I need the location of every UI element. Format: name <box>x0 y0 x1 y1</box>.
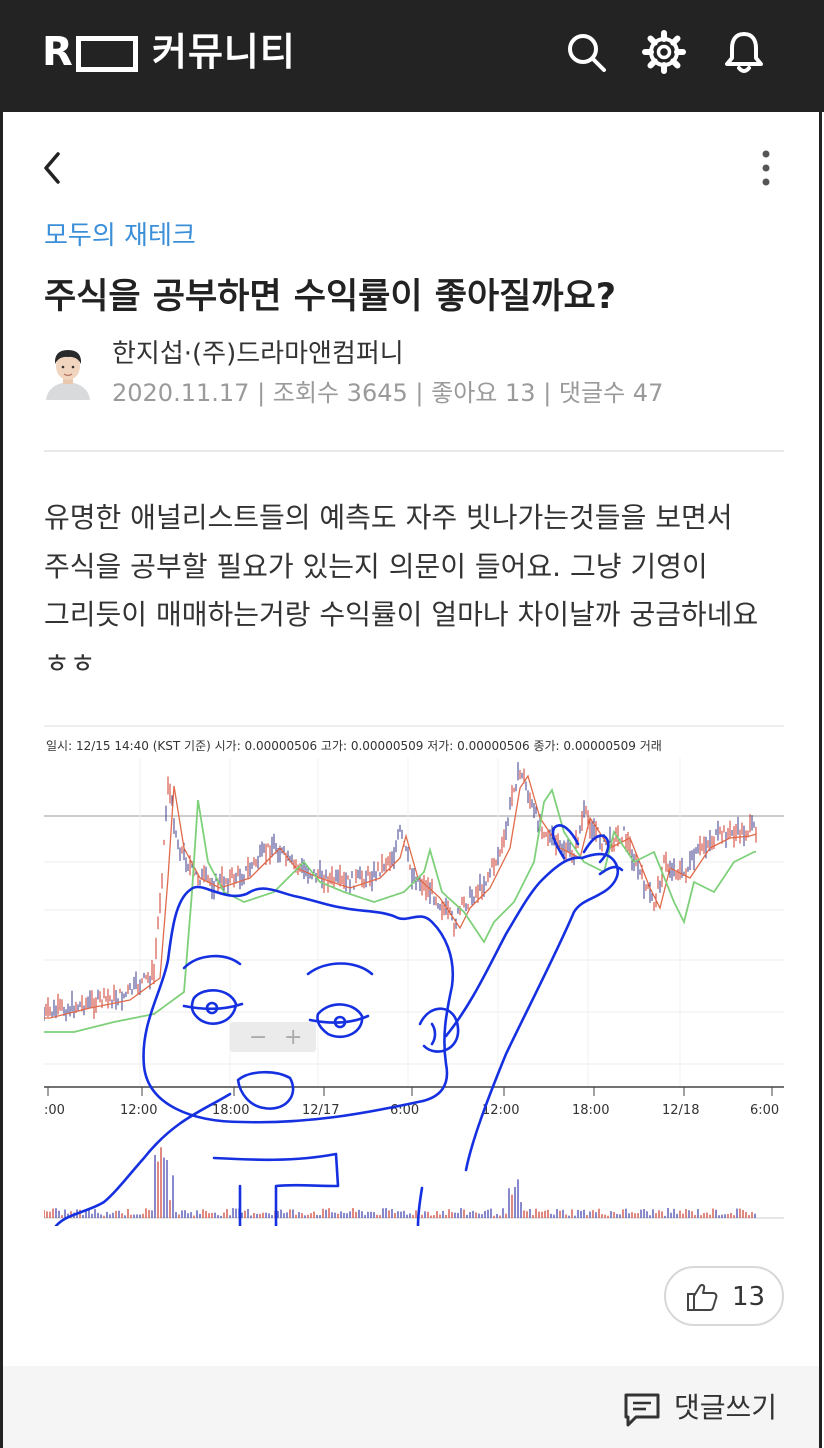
likes-count: 13 <box>505 379 536 407</box>
x-tick-label: 12/18 <box>662 1103 699 1118</box>
comments-count: 47 <box>632 379 664 407</box>
logo-box <box>76 36 138 72</box>
app-title: 커뮤니티 <box>152 30 296 74</box>
zoom-plus: + <box>284 1025 302 1050</box>
comments-label: 댓글수 <box>558 379 626 407</box>
write-comment-button[interactable]: 댓글쓰기 <box>622 1386 792 1432</box>
x-tick-label: :00 <box>44 1103 65 1118</box>
meta-separator: | <box>415 379 432 407</box>
back-button[interactable] <box>38 148 70 188</box>
meta-separator: | <box>543 379 559 407</box>
write-comment-label: 댓글쓰기 <box>674 1391 778 1424</box>
more-vertical-icon <box>762 150 770 186</box>
thumbs-up-icon <box>687 1284 718 1311</box>
x-tick-label: 18:00 <box>212 1103 249 1118</box>
search-icon[interactable] <box>562 28 610 76</box>
post-body: 유명한 애널리스트들의 예측도 자주 빗나가는것들을 보면서 주식을 공부할 필… <box>44 501 759 680</box>
author-avatar[interactable] <box>44 344 92 400</box>
views-count: 3645 <box>346 379 408 407</box>
zoom-minus: − <box>249 1025 267 1050</box>
x-tick-label: 12/17 <box>302 1103 339 1118</box>
stock-chart-drawing-image: 일시: 12/15 14:40 (KST 기준) 시가: 0.00000506 … <box>43 724 784 1228</box>
x-tick-label: 6:00 <box>750 1103 779 1118</box>
x-tick-label: 18:00 <box>572 1103 609 1118</box>
bell-icon[interactable] <box>720 28 768 76</box>
post-title: 주식을 공부하면 수익률이 좋아질까요? <box>44 277 617 317</box>
logo-letter: R <box>42 29 73 75</box>
views-label: 조회수 <box>272 379 340 407</box>
gear-icon[interactable] <box>640 28 688 76</box>
like-button[interactable]: 13 <box>664 1266 784 1326</box>
more-options-button[interactable] <box>752 146 780 190</box>
x-tick-label: 12:00 <box>482 1103 519 1118</box>
chevron-left-icon <box>44 152 60 184</box>
likes-label: 좋아요 <box>431 379 498 407</box>
zoom-control <box>230 1022 316 1052</box>
top-app-bar: R 커뮤니티 <box>0 0 824 112</box>
x-tick-label: 12:00 <box>120 1103 157 1118</box>
post-date: 2020.11.17 <box>112 379 250 407</box>
post-meta: 2020.11.17 | 조회수 3645 | 좋아요 13 | 댓글수 47 <box>112 376 663 410</box>
meta-separator: | <box>257 379 273 407</box>
comment-icon <box>624 1393 660 1427</box>
post-category-link[interactable]: 모두의 재테크 <box>44 218 196 254</box>
divider <box>44 450 784 452</box>
like-count: 13 <box>732 1282 766 1312</box>
chart-info-line: 일시: 12/15 14:40 (KST 기준) 시가: 0.00000506 … <box>46 739 662 753</box>
author-name[interactable]: 한지섭·(주)드라마앤컴퍼니 <box>112 336 404 372</box>
post-image: 일시: 12/15 14:40 (KST 기준) 시가: 0.00000506 … <box>43 724 784 1228</box>
